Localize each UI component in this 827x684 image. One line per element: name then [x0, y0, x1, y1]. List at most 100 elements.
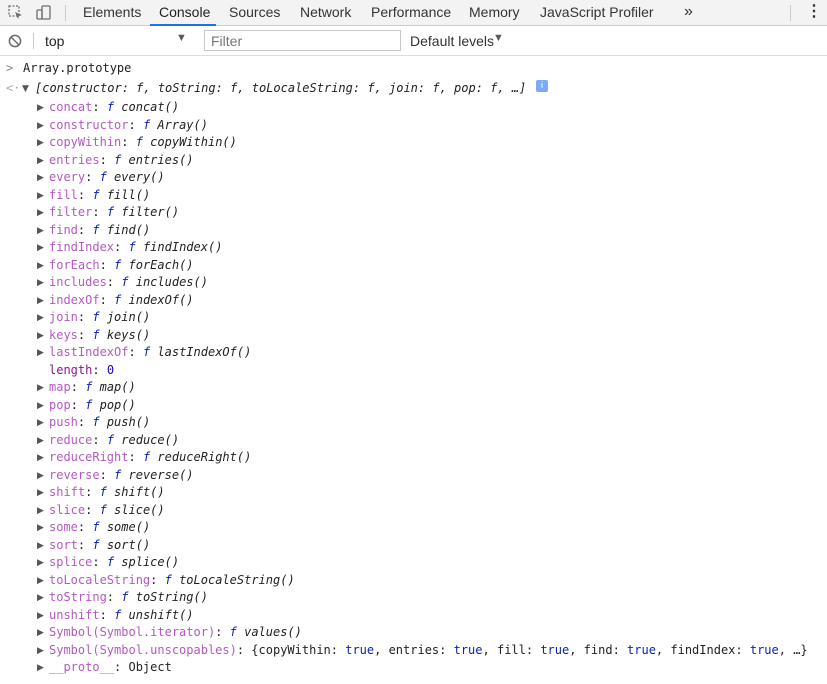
function-name: Array() [157, 117, 208, 132]
expand-triangle-icon[interactable]: ▶ [37, 608, 44, 625]
expand-triangle-icon[interactable]: ▶ [37, 258, 44, 275]
clear-console-icon[interactable] [5, 28, 25, 54]
filter-input[interactable] [204, 30, 401, 51]
expand-triangle-icon[interactable]: ▶ [37, 100, 44, 117]
context-dropdown-icon[interactable]: ▼ [176, 32, 187, 44]
property-colon: : [99, 467, 115, 482]
function-name: toLocaleString() [179, 572, 295, 587]
expand-triangle-icon[interactable]: ▶ [37, 345, 44, 362]
function-marker: f [114, 292, 122, 307]
property-colon: : [77, 310, 93, 324]
function-name: push() [106, 415, 151, 429]
property-key: constructor [49, 117, 129, 132]
function-marker: f [92, 222, 100, 237]
property-key: toLocaleString [49, 572, 151, 587]
function-marker: f [99, 170, 107, 184]
tab-memory[interactable]: Memory [469, 0, 520, 26]
tab-elements[interactable]: Elements [83, 0, 141, 26]
expand-triangle-icon[interactable]: ▶ [37, 223, 44, 240]
log-levels-dropdown-icon[interactable]: ▼ [493, 32, 504, 44]
property-colon: : [92, 362, 107, 377]
property-key: join [49, 310, 78, 324]
property-key: reduce [49, 432, 93, 447]
function-marker: f [142, 345, 151, 359]
function-name: join() [106, 310, 151, 324]
customize-menu-icon[interactable]: ⋮ [806, 0, 822, 26]
property-colon: : [150, 572, 165, 587]
toolbar-divider [790, 5, 791, 21]
property-key: map [49, 380, 71, 394]
property-key: length [49, 362, 93, 377]
property-colon: : [85, 502, 100, 517]
expand-triangle-icon[interactable]: ▶ [37, 398, 44, 415]
tab-javascript-profiler[interactable]: JavaScript Profiler [540, 0, 654, 26]
more-tabs-button[interactable]: » [684, 0, 693, 26]
property-key: filter [49, 205, 93, 219]
property-key: unshift [49, 607, 100, 622]
expand-triangle-icon[interactable]: ▶ [37, 590, 44, 607]
expand-triangle-icon[interactable]: ▶ [37, 240, 44, 257]
function-name: reduce() [121, 432, 180, 447]
function-marker: f [99, 485, 107, 499]
expand-triangle-icon[interactable]: ▶ [37, 293, 44, 310]
property-content: includes: f includes() [49, 274, 208, 291]
info-icon[interactable]: i [536, 80, 548, 92]
property-key: concat [49, 100, 93, 114]
tab-sources[interactable]: Sources [229, 0, 280, 26]
property-content: __proto__: Object [49, 659, 172, 676]
expand-triangle-icon[interactable]: ▶ [37, 188, 44, 205]
expand-triangle-icon[interactable]: ▶ [37, 520, 44, 537]
tab-performance[interactable]: Performance [371, 0, 451, 26]
inspect-element-icon[interactable] [4, 0, 28, 26]
property-content: some: f some() [49, 519, 150, 536]
property-key: shift [49, 485, 86, 499]
property-key: indexOf [49, 292, 100, 307]
property-colon: : [77, 187, 93, 202]
expand-triangle-icon[interactable]: ▶ [37, 468, 44, 485]
property-key: toString [49, 590, 107, 604]
property-key: lastIndexOf [49, 345, 129, 359]
expanded-triangle-icon[interactable]: ▼ [22, 81, 29, 98]
function-name: map() [99, 380, 136, 394]
expand-triangle-icon[interactable]: ▶ [37, 555, 44, 572]
expand-triangle-icon[interactable]: ▶ [37, 328, 44, 345]
expand-triangle-icon[interactable]: ▶ [37, 380, 44, 397]
property-colon: : [128, 345, 143, 359]
expand-triangle-icon[interactable]: ▶ [37, 573, 44, 590]
console-filter-bar: top ▼ Default levels ▼ [0, 27, 827, 56]
tab-network[interactable]: Network [300, 0, 351, 26]
expand-triangle-icon[interactable]: ▶ [37, 660, 44, 677]
expand-triangle-icon[interactable]: ▶ [37, 415, 44, 432]
property-content: shift: f shift() [49, 484, 165, 501]
property-colon: : [99, 292, 115, 307]
expand-triangle-icon[interactable]: ▶ [37, 153, 44, 170]
device-toolbar-icon[interactable] [32, 0, 56, 26]
function-name: filter() [121, 205, 180, 219]
property-key: keys [49, 327, 78, 342]
expand-triangle-icon[interactable]: ▶ [37, 433, 44, 450]
expand-triangle-icon[interactable]: ▶ [37, 538, 44, 555]
context-selector[interactable]: top [45, 33, 64, 49]
function-marker: f [92, 415, 100, 429]
expand-triangle-icon[interactable]: ▶ [37, 485, 44, 502]
expand-triangle-icon[interactable]: ▶ [37, 275, 44, 292]
property-content: map: f map() [49, 379, 136, 396]
expand-triangle-icon[interactable]: ▶ [37, 503, 44, 520]
expand-triangle-icon[interactable]: ▶ [37, 310, 44, 327]
expand-triangle-icon[interactable]: ▶ [37, 450, 44, 467]
tab-console[interactable]: Console [150, 0, 216, 26]
function-marker: f [229, 625, 237, 639]
expand-triangle-icon[interactable]: ▶ [37, 625, 44, 642]
function-marker: f [85, 397, 93, 412]
expand-triangle-icon[interactable]: ▶ [37, 170, 44, 187]
property-key: every [49, 170, 86, 184]
property-content: reduceRight: f reduceRight() [49, 449, 251, 466]
expand-triangle-icon[interactable]: ▶ [37, 643, 44, 660]
function-name: concat() [121, 100, 180, 114]
property-value: Object [128, 660, 172, 674]
expand-triangle-icon[interactable]: ▶ [37, 205, 44, 222]
expand-triangle-icon[interactable]: ▶ [37, 118, 44, 135]
property-content: join: f join() [49, 309, 150, 326]
expand-triangle-icon[interactable]: ▶ [37, 135, 44, 152]
log-levels-selector[interactable]: Default levels [410, 33, 494, 49]
